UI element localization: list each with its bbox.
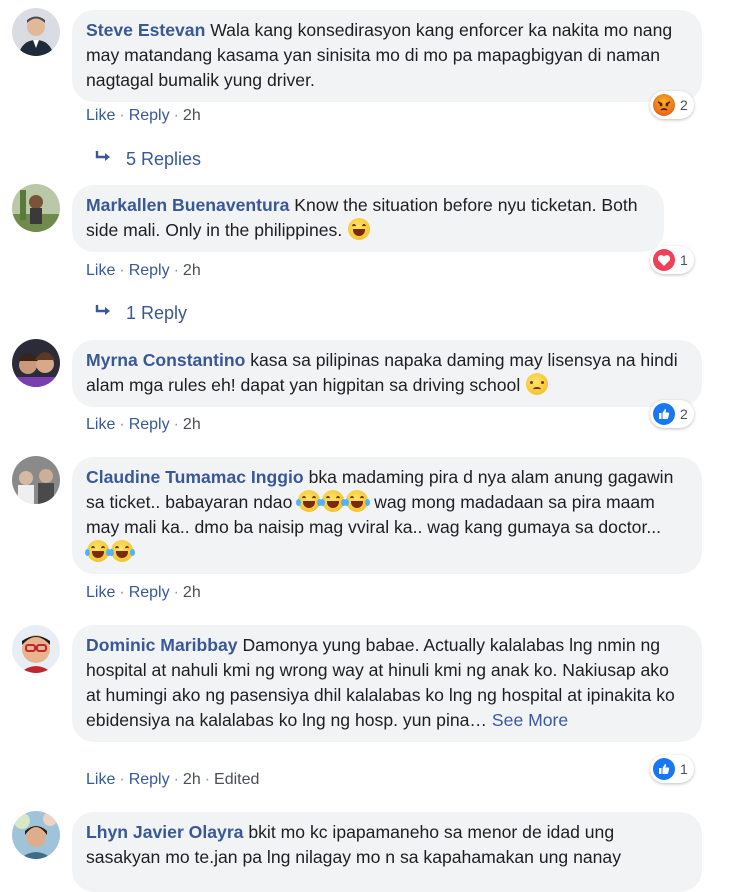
reaction-summary[interactable]: 1 [650,246,694,274]
comment-author[interactable]: Dominic Maribbay [86,635,238,655]
comment-actions: Like · Reply · 2h [86,584,201,601]
reaction-summary[interactable]: 2 [650,400,694,428]
view-replies-link[interactable]: 5 Replies [94,149,201,170]
comment-author[interactable]: Claudine Tumamac Inggio [86,467,304,487]
reply-arrow-icon [94,149,114,170]
see-more-link[interactable]: See More [492,710,568,730]
comment-bubble: Dominic Maribbay Damonya yung babae. Act… [72,625,702,742]
avatar[interactable] [12,8,60,56]
sad-face-emoji-icon [526,373,549,395]
comment-bubble: Markallen Buenaventura Know the situatio… [72,185,664,252]
reply-link[interactable]: Reply [129,584,170,601]
comment-actions: Like · Reply · 2h · Edited [86,771,260,788]
like-link[interactable]: Like [86,107,115,124]
reply-link[interactable]: Reply [129,107,170,124]
comment-author[interactable]: Markallen Buenaventura [86,195,289,215]
comment-time[interactable]: 2h [183,584,201,601]
edited-label[interactable]: Edited [214,771,259,788]
comment-time[interactable]: 2h [183,107,201,124]
comment-time[interactable]: 2h [183,262,201,279]
avatar[interactable] [12,456,60,504]
comment-author[interactable]: Myrna Constantino [86,350,245,370]
reaction-count: 2 [680,97,688,113]
reaction-summary[interactable]: 1 [650,755,694,783]
tears-of-joy-emoji-icon [320,490,347,512]
like-link[interactable]: Like [86,771,115,788]
avatar[interactable] [12,184,60,232]
like-reaction-icon [653,403,675,425]
tears-of-joy-emoji-icon [344,490,371,512]
reaction-count: 1 [680,252,688,268]
reply-link[interactable]: Reply [129,771,170,788]
reaction-summary[interactable]: 2 [650,91,694,119]
comment-bubble: Steve Estevan Wala kang konsedirasyon ka… [72,10,702,102]
like-link[interactable]: Like [86,262,115,279]
grinning-sweat-emoji-icon [348,218,371,240]
reaction-count: 2 [680,406,688,422]
replies-count[interactable]: 1 Reply [126,303,187,323]
like-link[interactable]: Like [86,584,115,601]
comment-author[interactable]: Steve Estevan [86,20,205,40]
tears-of-joy-emoji-icon [296,490,323,512]
view-replies-link[interactable]: 1 Reply [94,303,187,324]
avatar[interactable] [12,811,60,859]
comment-actions: Like · Reply · 2h [86,107,201,124]
love-reaction-icon [653,249,675,271]
reply-link[interactable]: Reply [129,262,170,279]
comment-bubble: Lhyn Javier Olayra bkit mo kc ipapamaneh… [72,812,702,892]
avatar[interactable] [12,339,60,387]
comment-actions: Like · Reply · 2h [86,262,201,279]
like-reaction-icon [653,758,675,780]
like-link[interactable]: Like [86,416,115,433]
angry-reaction-icon [653,94,675,116]
reply-arrow-icon [94,303,114,324]
replies-count[interactable]: 5 Replies [126,149,201,169]
comment-time[interactable]: 2h [183,771,201,788]
tears-of-joy-emoji-icon [85,540,111,562]
tears-of-joy-emoji-icon [109,540,135,562]
reaction-count: 1 [680,761,688,777]
comment-author[interactable]: Lhyn Javier Olayra [86,822,243,842]
comment-time[interactable]: 2h [183,416,201,433]
comment-bubble: Myrna Constantino kasa sa pilipinas napa… [72,340,702,407]
avatar[interactable] [12,625,60,673]
reply-link[interactable]: Reply [129,416,170,433]
comment-bubble: Claudine Tumamac Inggio bka madaming pir… [72,457,702,574]
comment-actions: Like · Reply · 2h [86,416,201,433]
